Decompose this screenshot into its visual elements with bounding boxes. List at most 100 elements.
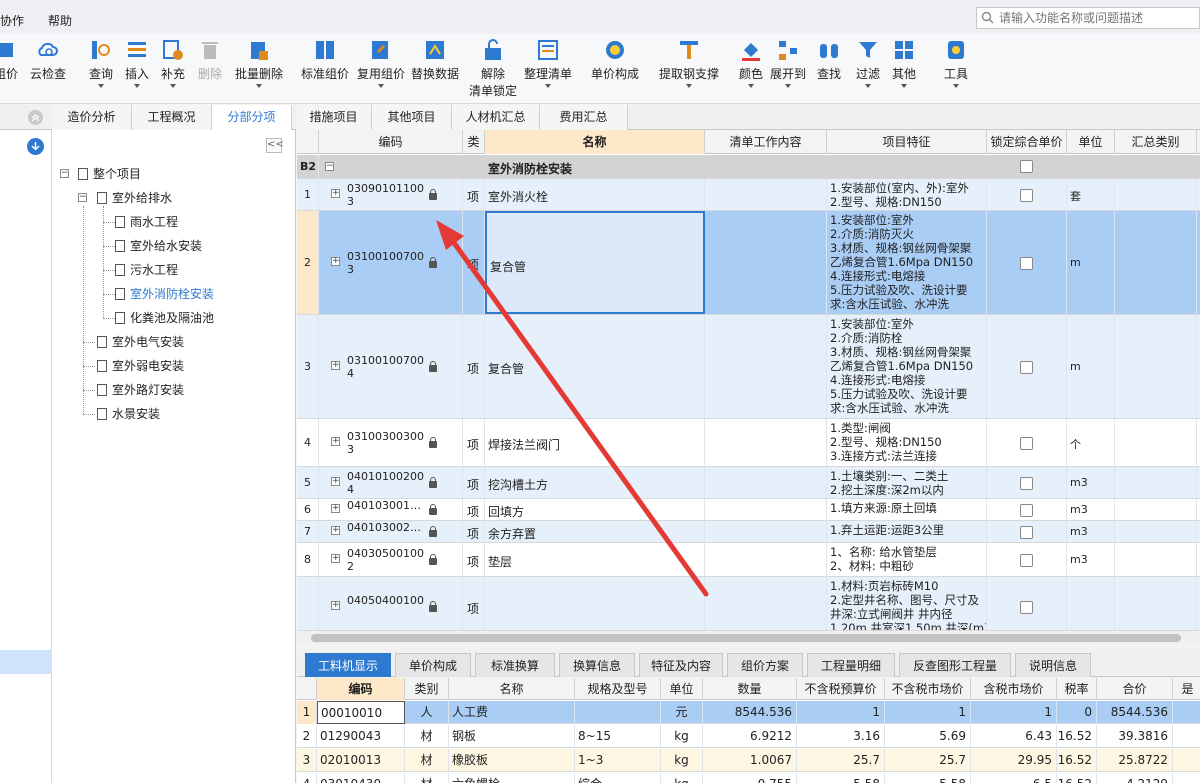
tree-item-group[interactable]: 水景安装 [97, 405, 160, 423]
summary-type-cell[interactable] [1115, 577, 1197, 630]
work-content-cell[interactable] [705, 211, 827, 314]
tab-measures[interactable]: 措施项目 [296, 105, 372, 130]
tree-item-group[interactable]: 室外弱电安装 [97, 357, 184, 375]
toolbar-other-button[interactable]: 其他 [888, 34, 920, 104]
features-cell[interactable]: 1.弃土运距:运距3公里 [827, 521, 987, 542]
features-cell[interactable]: 1.安装部位:室外 2.介质:消防灭火 3.材质、规格:钢丝网骨架聚 乙烯复合管… [827, 211, 987, 314]
tree-item-child[interactable]: 污水工程 [115, 261, 178, 279]
tab-sub-items[interactable]: 分部分项 [212, 105, 292, 130]
detail-cell-p2[interactable]: 25.7 [885, 749, 971, 772]
detail-cell-type[interactable]: 人 [405, 701, 449, 724]
tree-item-group[interactable]: 室外电气安装 [97, 333, 184, 351]
lock-price-checkbox[interactable] [1020, 600, 1033, 614]
summary-type-cell[interactable] [1115, 211, 1197, 314]
toolbar-organize-list-button[interactable]: 整理清单 [521, 34, 575, 104]
detail-cell-total[interactable]: 4.2129 [1097, 773, 1173, 783]
col-header-budget-price[interactable]: 不含税预算价 [797, 678, 885, 700]
work-content-cell[interactable] [705, 521, 827, 542]
features-cell[interactable]: 1.填方来源:原土回填 [827, 499, 987, 520]
row-expand-toggle[interactable]: + [331, 437, 340, 446]
col-header-features[interactable]: 项目特征 [827, 130, 987, 154]
tab-other-items[interactable]: 其他项目 [372, 105, 452, 130]
lock-price-checkbox[interactable] [1020, 256, 1033, 270]
code-cell[interactable]: +04030500100 2 [319, 543, 463, 576]
tree-item-child[interactable]: 雨水工程 [115, 213, 178, 231]
features-cell[interactable]: 1.材料:页岩标砖M10 2.定型井名称、图号、尺寸及 井深:立式闸阀井 井内径… [827, 577, 987, 630]
detail-row[interactable]: 3 02010013 材橡胶板 1~3 kg 1.0067 25.7 25.7 29.95 16.… [297, 749, 1200, 772]
col-header-is[interactable]: 是 [1173, 678, 1200, 700]
detail-cell-qty[interactable]: 0.755 [703, 773, 797, 783]
col-header-tax-market-price[interactable]: 含税市场价 [971, 678, 1057, 700]
name-cell[interactable]: 室外消火栓 [485, 179, 705, 210]
row-expand-toggle[interactable]: + [331, 189, 340, 198]
lock-price-checkbox[interactable] [1020, 160, 1033, 173]
tree-item-child[interactable]: 化粪池及隔油池 [115, 309, 214, 327]
table-row[interactable]: 7 +040103002… 项余方弃置 1.弃土运距:运距3公里 m3 [297, 521, 1200, 543]
toolbar-expand-to-button[interactable]: 展开到 [768, 34, 808, 104]
col-header-spec[interactable]: 规格及型号 [575, 678, 661, 700]
collapse-left-button[interactable]: << [266, 138, 284, 153]
detail-cell-p3[interactable]: 6.43 [971, 725, 1057, 748]
detail-cell-tax[interactable]: 16.52 [1057, 725, 1097, 748]
col-header-type[interactable]: 类别 [405, 678, 449, 700]
toolbar-tools-button[interactable]: 工具 [940, 34, 972, 104]
name-cell[interactable]: 焊接法兰阀门 [485, 419, 705, 466]
row-expand-toggle[interactable]: + [331, 361, 340, 370]
features-cell[interactable]: 1.土壤类别:一、二类土 2.挖土深度:深2m以内 [827, 467, 987, 498]
row-expand-toggle[interactable]: + [331, 257, 340, 266]
collapse-up-icon[interactable] [28, 110, 43, 125]
toolbar-batch-delete-button[interactable]: 批量删除 [232, 34, 286, 104]
col-header-code[interactable]: 编码 [319, 130, 463, 154]
detail-cell-p2[interactable]: 5.58 [885, 773, 971, 783]
table-row[interactable]: 5 +04010100200 4 项挖沟槽土方 1.土壤类别:一、二类土 2.挖土深度… [297, 467, 1200, 499]
toolbar-cloud-check-button[interactable]: 云检查 [26, 34, 70, 104]
tab-quantity-detail[interactable]: 工程量明细 [807, 653, 895, 677]
toolbar-replace-data-button[interactable]: 替换数据 [409, 34, 461, 104]
work-content-cell[interactable] [705, 543, 827, 576]
name-cell[interactable]: 挖沟槽土方 [485, 467, 705, 498]
table-row[interactable]: 3 +03100100700 4 项复合管 1.安装部位:室外 2.介质:消防栓 3.… [297, 315, 1200, 419]
lock-price-checkbox[interactable] [1020, 188, 1033, 202]
name-cell[interactable]: 垫层 [485, 543, 705, 576]
detail-cell-type[interactable]: 材 [405, 725, 449, 748]
table-row[interactable]: 8 +04030500100 2 项垫层 1、名称: 给水管垫层 2、材料: 中粗砂 m… [297, 543, 1200, 577]
lock-price-checkbox[interactable] [1020, 525, 1033, 539]
toolbar-insert-button[interactable]: 插入 [120, 34, 154, 104]
row-expand-toggle[interactable]: + [331, 526, 340, 535]
detail-cell-name[interactable]: 人工费 [449, 701, 575, 724]
detail-cell-spec[interactable] [575, 701, 661, 724]
tab-unit-price-composition[interactable]: 单价构成 [395, 653, 471, 677]
tab-standard-conversion[interactable]: 标准换算 [475, 653, 555, 677]
tab-fee-summary[interactable]: 费用汇总 [540, 105, 628, 130]
row-expand-toggle[interactable]: + [331, 554, 340, 563]
detail-row[interactable]: 403010430材六角螺栓综合kg0.7555.585.586.516.524… [297, 773, 1200, 783]
summary-type-cell[interactable] [1115, 467, 1197, 498]
work-content-cell[interactable] [705, 179, 827, 210]
detail-cell-p1[interactable]: 25.7 [797, 749, 885, 772]
scrollbar-thumb[interactable] [311, 634, 1181, 642]
table-row[interactable]: 1 +03090101100 3 项室外消火栓 1.安装部位(室内、外):室外 2.型… [297, 179, 1200, 211]
code-cell[interactable]: +040103002… [319, 521, 463, 542]
work-content-cell[interactable] [705, 577, 827, 630]
tree-collapse-toggle[interactable]: − [60, 169, 69, 178]
function-search[interactable] [976, 7, 1200, 29]
menu-help[interactable]: 帮助 [48, 12, 72, 29]
detail-cell-qty[interactable]: 1.0067 [703, 749, 797, 772]
tab-labor-material-summary[interactable]: 人材机汇总 [452, 105, 540, 130]
col-header-name[interactable]: 名称 [485, 130, 705, 154]
row-expand-toggle[interactable]: + [331, 477, 340, 486]
summary-type-cell[interactable] [1115, 419, 1197, 466]
toolbar-supplement-button[interactable]: 补充 [156, 34, 190, 104]
name-cell[interactable] [485, 577, 705, 630]
detail-cell-tax[interactable]: 0 [1057, 701, 1097, 724]
col-header-qty[interactable]: 数量 [703, 678, 797, 700]
work-content-cell[interactable] [705, 499, 827, 520]
tab-project-overview[interactable]: 工程概况 [132, 105, 212, 130]
detail-cell-p3[interactable]: 1 [971, 701, 1057, 724]
col-header-tax-rate[interactable]: 税率 [1057, 678, 1097, 700]
detail-cell-code[interactable]: 03010430 [317, 773, 405, 783]
detail-cell-spec[interactable]: 8~15 [575, 725, 661, 748]
tab-conversion-info[interactable]: 换算信息 [559, 653, 635, 677]
tree-item-group[interactable]: 室外给排水 [97, 189, 172, 207]
toolbar-unit-price-composition-button[interactable]: 单价构成 [586, 34, 644, 104]
